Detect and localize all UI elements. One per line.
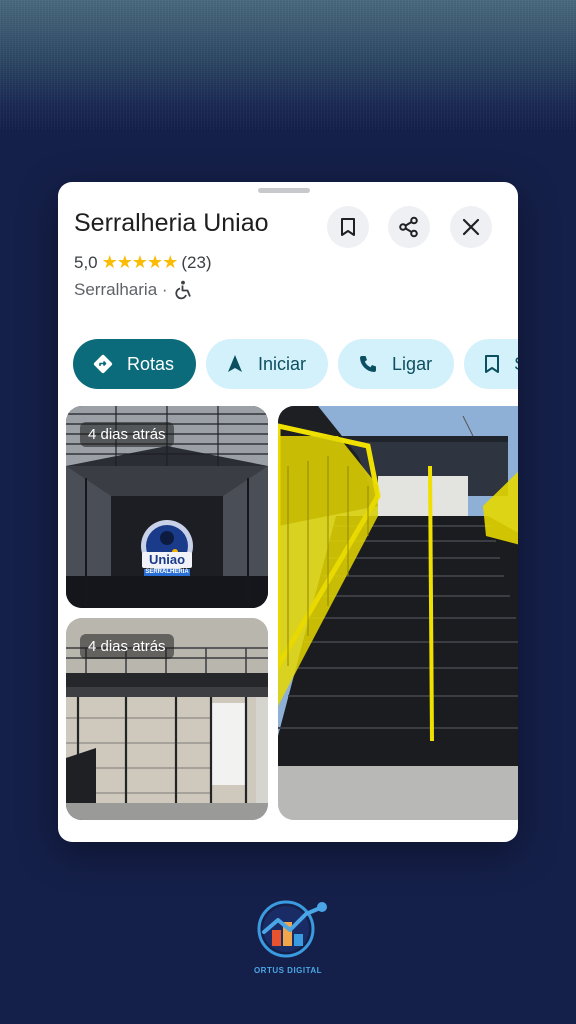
start-button[interactable]: Iniciar xyxy=(206,339,329,389)
category-row: Serralharia · xyxy=(74,280,192,300)
close-button[interactable] xyxy=(450,206,492,248)
bookmark-icon xyxy=(485,355,500,373)
save-button[interactable] xyxy=(327,206,369,248)
stairs-image xyxy=(278,406,518,820)
call-button[interactable]: Ligar xyxy=(338,339,455,389)
place-card: Serralheria Uniao 5,0 ★★★★★ (23) Serralh… xyxy=(58,182,518,842)
phone-icon xyxy=(360,356,377,372)
save-chip[interactable]: S xyxy=(464,339,518,389)
photo-warehouse[interactable]: Uniao SERRALHERIA 4 dias atrás xyxy=(66,406,268,608)
star-rating: ★★★★★ xyxy=(101,252,179,272)
close-icon xyxy=(462,218,480,236)
navigation-arrow-icon xyxy=(228,355,243,372)
directions-button[interactable]: Rotas xyxy=(73,339,197,389)
photo-date-badge: 4 dias atrás xyxy=(80,634,174,659)
place-title: Serralheria Uniao xyxy=(74,209,269,237)
share-icon xyxy=(399,216,418,238)
photo-date-badge: 4 dias atrás xyxy=(80,422,174,447)
rating-value: 5,0 xyxy=(74,252,98,272)
brand-name: ORTUS DIGITAL xyxy=(253,966,323,975)
wheelchair-icon xyxy=(174,280,191,300)
brand-logo xyxy=(252,896,332,967)
action-chips: Rotas Iniciar Ligar S xyxy=(73,339,518,389)
ortus-digital-logo-icon xyxy=(257,900,327,958)
directions-icon xyxy=(93,354,113,374)
bookmark-icon xyxy=(341,218,355,236)
logo-text-main: Uniao xyxy=(148,552,186,567)
drag-handle[interactable] xyxy=(258,188,310,193)
category-label: Serralharia · xyxy=(74,280,168,299)
photo-mezzanine[interactable]: 4 dias atrás xyxy=(66,618,268,820)
directions-label: Rotas xyxy=(127,353,175,374)
rating-row: 5,0 ★★★★★ (23) xyxy=(74,252,212,273)
review-count[interactable]: (23) xyxy=(181,253,211,273)
logo-text-sub: SERRALHERIA xyxy=(145,569,189,575)
photo-stairs[interactable] xyxy=(278,406,518,820)
save-chip-label: S xyxy=(514,354,518,375)
start-label: Iniciar xyxy=(258,353,307,374)
share-button[interactable] xyxy=(388,206,430,248)
top-background-texture xyxy=(0,0,576,130)
call-label: Ligar xyxy=(392,353,433,374)
